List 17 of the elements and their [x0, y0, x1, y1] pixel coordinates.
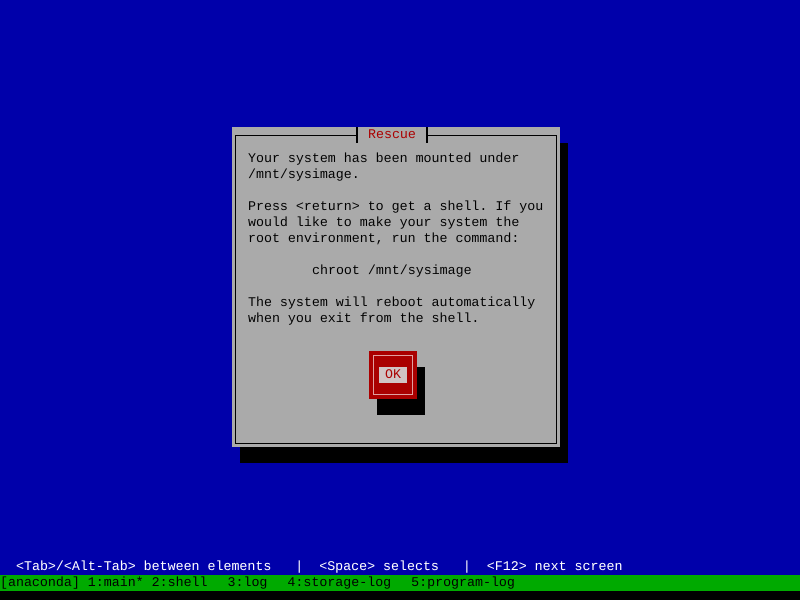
window-tab[interactable]: 2:shell [152, 575, 208, 591]
window-tab[interactable]: 5:program-log [411, 575, 515, 591]
command-text: chroot /mnt/sysimage [312, 263, 473, 279]
message-line: root environment, run the command: [248, 231, 520, 247]
message-line: when you exit from the shell. [248, 311, 480, 327]
message-line: would like to make your system the [248, 215, 520, 231]
window-tab[interactable]: 1:main* [88, 575, 144, 591]
message-line: /mnt/sysimage. [248, 167, 361, 183]
window-tab[interactable]: 4:storage-log [287, 575, 392, 591]
message-line: Press <return> to get a shell. If you [248, 199, 544, 215]
help-line: <Tab>/<Alt-Tab> between elements | <Space> selects | <F12> next screen [15, 559, 624, 575]
message-line: Your system has been mounted under [248, 151, 520, 167]
window-tab[interactable]: 3:log [228, 575, 268, 591]
dialog-title: Rescue [356, 127, 428, 143]
session-name: [anaconda] [0, 575, 80, 591]
message-line: The system will reboot automatically [248, 295, 536, 311]
ok-button[interactable]: OK [369, 351, 417, 399]
